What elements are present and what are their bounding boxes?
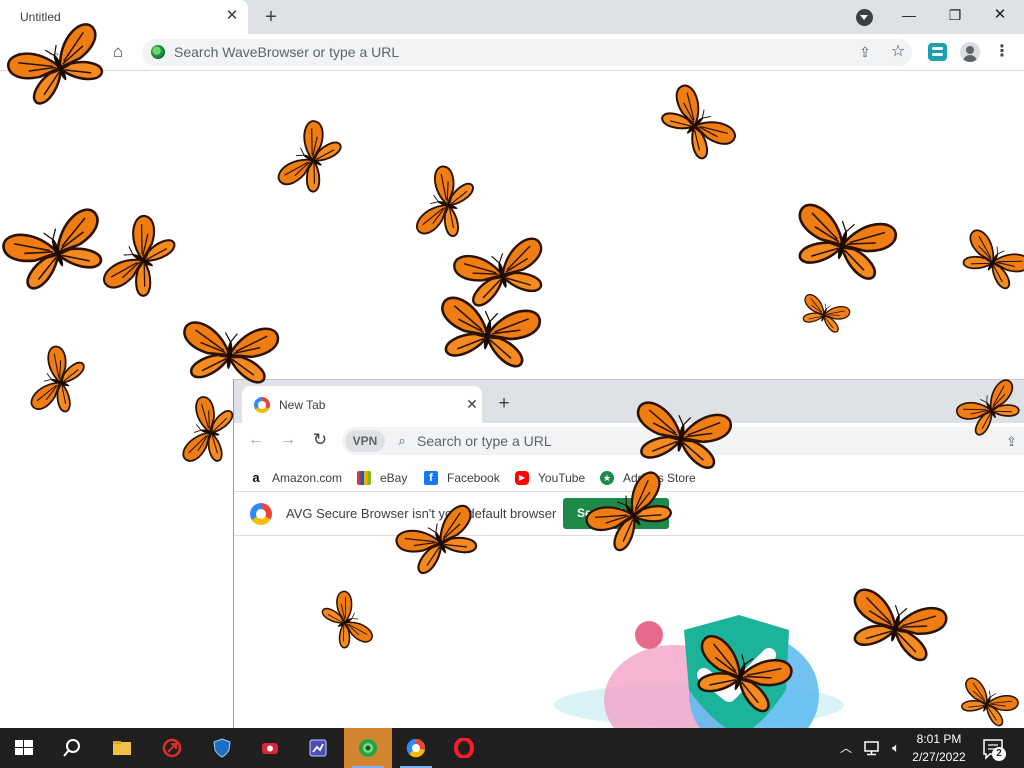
- bookmark-ebay[interactable]: eBay: [357, 469, 407, 487]
- file-explorer-icon: [113, 741, 131, 755]
- chart-app-icon: [309, 739, 327, 757]
- bookmark-label: eBay: [380, 471, 408, 485]
- star-icon[interactable]: ☆: [888, 42, 908, 62]
- vpn-toggle[interactable]: VPN: [345, 430, 385, 452]
- taskbar-shield-app[interactable]: [198, 728, 246, 768]
- share-icon[interactable]: ⇪: [856, 43, 874, 61]
- restore-icon[interactable]: ❐: [940, 4, 970, 26]
- kebab-menu-icon[interactable]: ⋮: [994, 42, 1010, 62]
- facebook-icon: f: [424, 471, 438, 485]
- taskbar-chart-app[interactable]: [294, 728, 342, 768]
- clock-date[interactable]: 2/27/2022: [910, 750, 968, 764]
- avg-logo-icon: [250, 503, 272, 525]
- app-icon: [162, 738, 182, 758]
- network-icon[interactable]: [862, 738, 882, 758]
- ebay-icon: [357, 471, 371, 485]
- bookmark-amazon[interactable]: a Amazon.com: [249, 469, 342, 487]
- taskbar-avg-browser[interactable]: [392, 728, 440, 768]
- close-icon[interactable]: ✕: [464, 396, 480, 412]
- forward-arrow-icon[interactable]: →: [278, 430, 298, 450]
- search-icon: [63, 739, 80, 757]
- camera-app-icon: [262, 743, 278, 754]
- volume-icon[interactable]: 🔈︎: [886, 738, 906, 758]
- plus-icon[interactable]: +: [260, 6, 282, 28]
- chevron-up-icon[interactable]: ︿: [838, 738, 854, 758]
- taskbar-file-explorer[interactable]: [98, 728, 146, 768]
- taskbar-app[interactable]: [148, 728, 196, 768]
- outer-tabstrip: Untitled ✕ + — ❐ ✕: [0, 0, 1024, 34]
- taskbar-search-button[interactable]: [48, 728, 96, 768]
- start-button[interactable]: [0, 728, 48, 768]
- start-icon: [15, 740, 33, 755]
- notification-count-badge: 2: [992, 747, 1006, 761]
- extension-icon[interactable]: [928, 43, 947, 61]
- minimize-icon[interactable]: —: [894, 4, 924, 26]
- wavebrowser-icon: [359, 739, 377, 757]
- butterfly-icon: [943, 210, 1024, 314]
- avg-tab-title: New Tab: [279, 398, 326, 412]
- butterfly-icon: [640, 71, 750, 181]
- taskbar-wavebrowser[interactable]: [344, 728, 392, 768]
- avg-browser-icon: [406, 738, 426, 758]
- youtube-icon: ▶: [515, 471, 529, 485]
- taskbar-opera[interactable]: [440, 728, 488, 768]
- tab-search-icon[interactable]: [856, 9, 873, 26]
- wavebrowser-logo-icon: [151, 45, 165, 59]
- opera-icon: [454, 738, 474, 758]
- butterfly-icon: [428, 282, 547, 389]
- window-close-icon[interactable]: ✕: [985, 4, 1015, 26]
- outer-omnibox-placeholder[interactable]: Search WaveBrowser or type a URL: [174, 44, 399, 60]
- avg-omnibox-placeholder[interactable]: Search or type a URL: [417, 433, 552, 449]
- bookmark-label: YouTube: [538, 471, 586, 485]
- bookmark-youtube[interactable]: ▶ YouTube: [515, 469, 585, 487]
- taskbar-camera-app[interactable]: [246, 728, 294, 768]
- bookmark-label: Facebook: [447, 471, 500, 485]
- profile-icon[interactable]: [960, 42, 980, 62]
- reload-icon[interactable]: ↻: [310, 430, 330, 450]
- plus-icon[interactable]: +: [494, 394, 514, 414]
- bookmark-label: Amazon.com: [272, 471, 343, 485]
- clock-time[interactable]: 8:01 PM: [912, 732, 966, 746]
- outer-tab[interactable]: Untitled ✕: [0, 0, 248, 34]
- butterfly-icon: [0, 330, 126, 435]
- shield-app-icon: [213, 738, 231, 758]
- bookmark-facebook[interactable]: f Facebook: [424, 469, 500, 487]
- close-icon[interactable]: ✕: [224, 8, 240, 24]
- search-icon: ⌕: [398, 433, 406, 448]
- butterfly-icon: [169, 310, 291, 400]
- butterfly-icon: [246, 100, 379, 220]
